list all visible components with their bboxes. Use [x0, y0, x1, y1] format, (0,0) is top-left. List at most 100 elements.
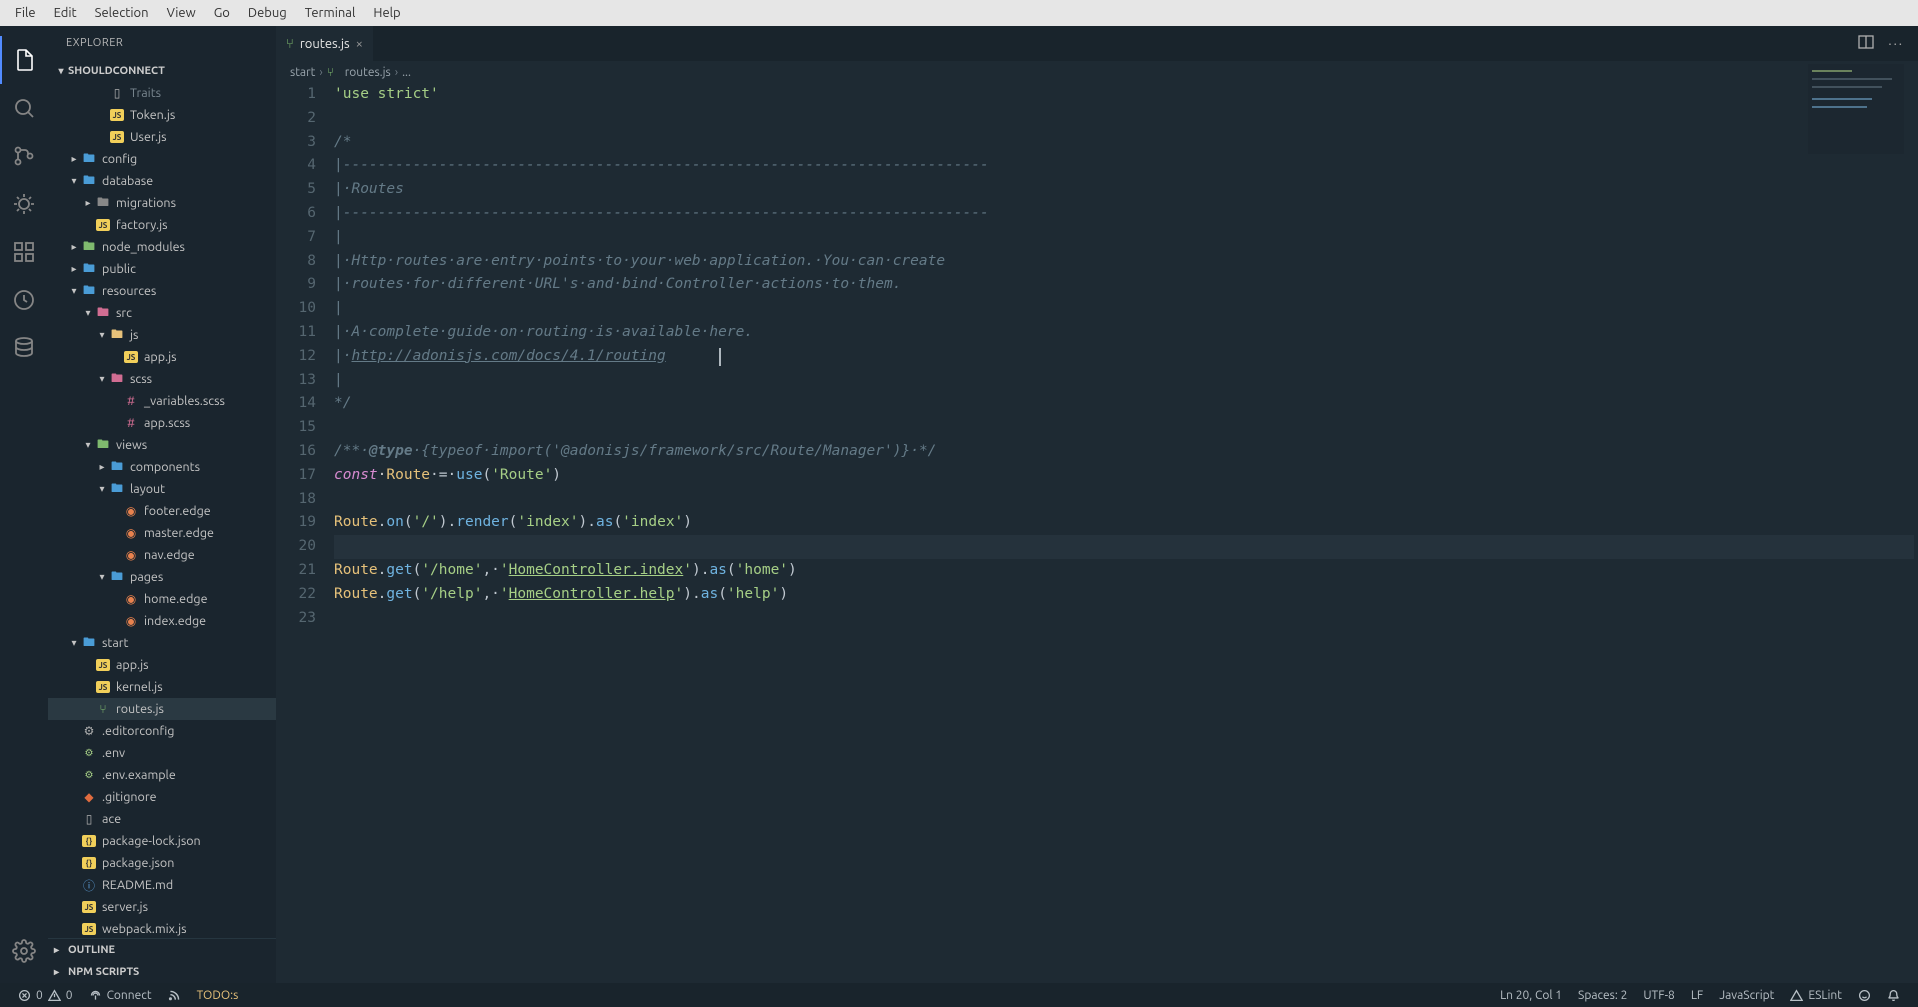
- folder-icon: 🖿: [108, 567, 126, 588]
- edge-icon: ◉: [122, 526, 140, 540]
- tree-folder[interactable]: ▸🖿config: [48, 148, 276, 170]
- database-icon[interactable]: [0, 324, 48, 372]
- chevron-icon: ▸: [68, 263, 80, 275]
- menu-debug[interactable]: Debug: [239, 3, 296, 23]
- tree-folder[interactable]: ▾🖿pages: [48, 566, 276, 588]
- feedback-icon[interactable]: [1850, 989, 1879, 1002]
- tree-file[interactable]: ◉footer.edge: [48, 500, 276, 522]
- line-gutter: 1234567891011121314151617181920212223: [276, 83, 334, 983]
- cursor-position[interactable]: Ln 20, Col 1: [1492, 989, 1570, 1002]
- chevron-icon: ▸: [68, 153, 80, 165]
- connect-label: Connect: [107, 989, 152, 1002]
- breadcrumb-item[interactable]: routes.js: [345, 66, 391, 79]
- status-bar: 0 0 Connect TODO:s Ln 20, Col 1 Spaces: …: [0, 983, 1918, 1007]
- tree-file[interactable]: ◉index.edge: [48, 610, 276, 632]
- close-icon[interactable]: ×: [356, 37, 363, 51]
- tree-folder[interactable]: ▾🖿scss: [48, 368, 276, 390]
- js-icon: JS: [94, 219, 112, 231]
- menu-file[interactable]: File: [6, 3, 45, 23]
- tree-file[interactable]: JS factory.js: [48, 214, 276, 236]
- menu-go[interactable]: Go: [205, 3, 239, 23]
- tab-label: routes.js: [300, 37, 350, 51]
- chevron-icon: ▾: [82, 439, 94, 451]
- connect-indicator[interactable]: Connect: [81, 989, 160, 1002]
- tree-file[interactable]: JSToken.js: [48, 104, 276, 126]
- tree-file[interactable]: ▯ace: [48, 808, 276, 830]
- code-editor[interactable]: 1234567891011121314151617181920212223 'u…: [276, 83, 1918, 983]
- more-actions-icon[interactable]: ···: [1888, 37, 1904, 51]
- tree-file[interactable]: ▯Traits: [48, 82, 276, 104]
- breadcrumb-item[interactable]: start: [290, 66, 315, 79]
- tree-file[interactable]: ⑂routes.js: [48, 698, 276, 720]
- tab-routes-js[interactable]: ⑂ routes.js ×: [276, 26, 374, 61]
- notifications-icon[interactable]: [1879, 989, 1908, 1002]
- tree-file[interactable]: JSserver.js: [48, 896, 276, 918]
- warnings-count: 0: [66, 989, 73, 1002]
- clock-icon[interactable]: [0, 276, 48, 324]
- file-tree[interactable]: ▯TraitsJSToken.jsJSUser.js▸🖿config▾🖿data…: [48, 82, 276, 938]
- menu-terminal[interactable]: Terminal: [296, 3, 365, 23]
- tree-file[interactable]: JSapp.js: [48, 346, 276, 368]
- outline-label: OUTLINE: [68, 944, 115, 956]
- tree-folder[interactable]: ▸🖿components: [48, 456, 276, 478]
- indentation[interactable]: Spaces: 2: [1570, 989, 1635, 1002]
- breadcrumbs[interactable]: start › ⑂ routes.js › ...: [276, 61, 1918, 83]
- tree-file[interactable]: JSwebpack.mix.js: [48, 918, 276, 938]
- tree-item-label: factory.js: [116, 218, 168, 232]
- npm-scripts-section[interactable]: ▸ NPM SCRIPTS: [48, 961, 276, 983]
- tree-file[interactable]: ◉home.edge: [48, 588, 276, 610]
- split-editor-icon[interactable]: [1858, 34, 1874, 53]
- tree-folder[interactable]: ▸🖿migrations: [48, 192, 276, 214]
- tree-file[interactable]: ⚙.env.example: [48, 764, 276, 786]
- problems-indicator[interactable]: 0 0: [10, 989, 81, 1002]
- tree-file[interactable]: ⓘREADME.md: [48, 874, 276, 896]
- tree-file[interactable]: #_variables.scss: [48, 390, 276, 412]
- tree-file[interactable]: ⚙.env: [48, 742, 276, 764]
- tree-folder[interactable]: ▾🖿start: [48, 632, 276, 654]
- chevron-right-icon: ›: [395, 66, 398, 79]
- tree-file[interactable]: ◉nav.edge: [48, 544, 276, 566]
- menu-help[interactable]: Help: [364, 3, 409, 23]
- tree-item-label: .env.example: [102, 768, 176, 782]
- todos-indicator[interactable]: TODO:s: [189, 989, 247, 1002]
- breadcrumb-item[interactable]: ...: [402, 66, 411, 79]
- eslint-indicator[interactable]: ESLint: [1782, 989, 1850, 1002]
- tree-item-label: package.json: [102, 856, 174, 870]
- tree-folder[interactable]: ▾🖿layout: [48, 478, 276, 500]
- tree-folder[interactable]: ▸🖿public: [48, 258, 276, 280]
- tree-file[interactable]: JSapp.js: [48, 654, 276, 676]
- menu-selection[interactable]: Selection: [86, 3, 158, 23]
- tree-file[interactable]: JSkernel.js: [48, 676, 276, 698]
- menu-view[interactable]: View: [158, 3, 205, 23]
- tree-folder[interactable]: ▾🖿resources: [48, 280, 276, 302]
- explorer-icon[interactable]: [0, 36, 48, 84]
- tree-file[interactable]: ◆.gitignore: [48, 786, 276, 808]
- tree-file[interactable]: ⚙.editorconfig: [48, 720, 276, 742]
- extensions-icon[interactable]: [0, 228, 48, 276]
- tree-file[interactable]: {}package.json: [48, 852, 276, 874]
- chevron-icon: ▾: [68, 285, 80, 297]
- encoding[interactable]: UTF-8: [1635, 989, 1682, 1002]
- tree-folder[interactable]: ▾🖿js: [48, 324, 276, 346]
- language-mode[interactable]: JavaScript: [1711, 989, 1782, 1002]
- outline-section[interactable]: ▸ OUTLINE: [48, 939, 276, 961]
- minimap[interactable]: [1808, 64, 1904, 154]
- debug-icon[interactable]: [0, 180, 48, 228]
- tree-folder[interactable]: ▸🖿node_modules: [48, 236, 276, 258]
- code-content[interactable]: 'use strict' /* |-----------------------…: [334, 83, 1918, 983]
- menu-edit[interactable]: Edit: [45, 3, 86, 23]
- tree-folder[interactable]: ▾🖿src: [48, 302, 276, 324]
- settings-gear-icon[interactable]: [0, 927, 48, 975]
- eol[interactable]: LF: [1683, 989, 1711, 1002]
- search-icon[interactable]: [0, 84, 48, 132]
- tree-file[interactable]: {}package-lock.json: [48, 830, 276, 852]
- tree-file[interactable]: #app.scss: [48, 412, 276, 434]
- tree-file[interactable]: JSUser.js: [48, 126, 276, 148]
- rss-indicator[interactable]: [160, 989, 189, 1002]
- js-icon: JS: [94, 681, 112, 693]
- tree-file[interactable]: ◉master.edge: [48, 522, 276, 544]
- project-header[interactable]: ▾ SHOULDCONNECT: [48, 60, 276, 82]
- tree-folder[interactable]: ▾🖿database: [48, 170, 276, 192]
- source-control-icon[interactable]: [0, 132, 48, 180]
- tree-folder[interactable]: ▾🖿views: [48, 434, 276, 456]
